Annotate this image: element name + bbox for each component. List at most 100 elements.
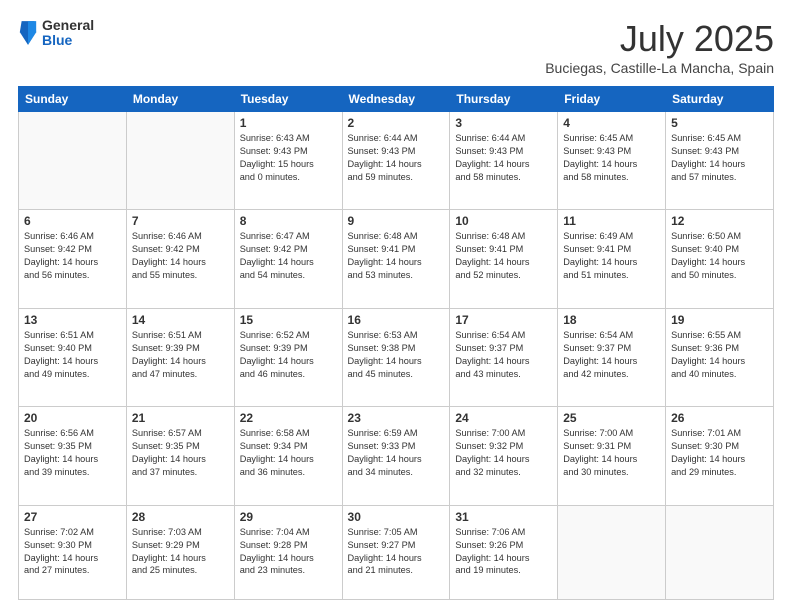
calendar-day-cell: 5 Sunrise: 6:45 AM Sunset: 9:43 PM Daylig… xyxy=(666,112,774,210)
day-number: 30 xyxy=(348,510,445,524)
calendar-day-cell: 22 Sunrise: 6:58 AM Sunset: 9:34 PM Dayli… xyxy=(234,407,342,505)
calendar-header-row: SundayMondayTuesdayWednesdayThursdayFrid… xyxy=(19,87,774,112)
calendar-day-cell: 7 Sunrise: 6:46 AM Sunset: 9:42 PM Daylig… xyxy=(126,210,234,308)
day-info: Sunrise: 6:51 AM Sunset: 9:39 PM Dayligh… xyxy=(132,329,229,381)
day-info: Sunrise: 6:57 AM Sunset: 9:35 PM Dayligh… xyxy=(132,427,229,479)
calendar-day-cell: 16 Sunrise: 6:53 AM Sunset: 9:38 PM Dayli… xyxy=(342,308,450,406)
day-info: Sunrise: 6:59 AM Sunset: 9:33 PM Dayligh… xyxy=(348,427,445,479)
col-header-saturday: Saturday xyxy=(666,87,774,112)
col-header-monday: Monday xyxy=(126,87,234,112)
calendar-day-cell: 10Sunrise: 6:48 AM Sunset: 9:41 PM Dayli… xyxy=(450,210,558,308)
calendar-day-cell: 28Sunrise: 7:03 AM Sunset: 9:29 PM Dayli… xyxy=(126,505,234,599)
calendar-day-cell: 9Sunrise: 6:48 AM Sunset: 9:41 PM Daylig… xyxy=(342,210,450,308)
logo-text: General Blue xyxy=(42,18,94,49)
day-info: Sunrise: 6:55 AM Sunset: 9:36 PM Dayligh… xyxy=(671,329,768,381)
day-number: 13 xyxy=(24,313,121,327)
day-number: 19 xyxy=(671,313,768,327)
calendar-week-row: 13 Sunrise: 6:51 AM Sunset: 9:40 PM Dayli… xyxy=(19,308,774,406)
calendar-day-cell: 21Sunrise: 6:57 AM Sunset: 9:35 PM Dayli… xyxy=(126,407,234,505)
day-number: 1 xyxy=(240,116,337,130)
title-block: July 2025 Buciegas, Castille-La Mancha, … xyxy=(545,18,774,76)
day-number: 20 xyxy=(24,411,121,425)
calendar-day-cell: 3Sunrise: 6:44 AM Sunset: 9:43 PM Daylig… xyxy=(450,112,558,210)
col-header-wednesday: Wednesday xyxy=(342,87,450,112)
day-number: 16 xyxy=(348,313,445,327)
logo-general-text: General xyxy=(42,18,94,33)
day-number: 2 xyxy=(348,116,445,130)
calendar-day-cell: 12 Sunrise: 6:50 AM Sunset: 9:40 PM Dayli… xyxy=(666,210,774,308)
day-info: Sunrise: 6:46 AM Sunset: 9:42 PM Dayligh… xyxy=(132,230,229,282)
day-number: 14 xyxy=(132,313,229,327)
day-number: 15 xyxy=(240,313,337,327)
calendar-day-cell xyxy=(126,112,234,210)
calendar-week-row: 6 Sunrise: 6:46 AM Sunset: 9:42 PM Daylig… xyxy=(19,210,774,308)
day-number: 7 xyxy=(132,214,229,228)
day-info: Sunrise: 6:44 AM Sunset: 9:43 PM Dayligh… xyxy=(455,132,552,184)
calendar-day-cell: 19 Sunrise: 6:55 AM Sunset: 9:36 PM Dayli… xyxy=(666,308,774,406)
calendar-day-cell: 17 Sunrise: 6:54 AM Sunset: 9:37 PM Dayli… xyxy=(450,308,558,406)
day-info: Sunrise: 6:54 AM Sunset: 9:37 PM Dayligh… xyxy=(455,329,552,381)
day-info: Sunrise: 6:50 AM Sunset: 9:40 PM Dayligh… xyxy=(671,230,768,282)
calendar-day-cell xyxy=(19,112,127,210)
calendar-week-row: 20 Sunrise: 6:56 AM Sunset: 9:35 PM Dayli… xyxy=(19,407,774,505)
logo-icon xyxy=(18,19,38,47)
logo: General Blue xyxy=(18,18,94,49)
day-info: Sunrise: 7:04 AM Sunset: 9:28 PM Dayligh… xyxy=(240,526,337,578)
day-info: Sunrise: 6:58 AM Sunset: 9:34 PM Dayligh… xyxy=(240,427,337,479)
col-header-friday: Friday xyxy=(558,87,666,112)
calendar-day-cell: 25 Sunrise: 7:00 AM Sunset: 9:31 PM Dayli… xyxy=(558,407,666,505)
day-info: Sunrise: 6:51 AM Sunset: 9:40 PM Dayligh… xyxy=(24,329,121,381)
day-number: 28 xyxy=(132,510,229,524)
day-number: 26 xyxy=(671,411,768,425)
logo-blue-text: Blue xyxy=(42,33,94,48)
day-number: 18 xyxy=(563,313,660,327)
day-info: Sunrise: 6:46 AM Sunset: 9:42 PM Dayligh… xyxy=(24,230,121,282)
day-info: Sunrise: 6:45 AM Sunset: 9:43 PM Dayligh… xyxy=(671,132,768,184)
day-info: Sunrise: 7:06 AM Sunset: 9:26 PM Dayligh… xyxy=(455,526,552,578)
day-info: Sunrise: 6:49 AM Sunset: 9:41 PM Dayligh… xyxy=(563,230,660,282)
calendar-day-cell xyxy=(666,505,774,599)
day-number: 11 xyxy=(563,214,660,228)
calendar-day-cell: 26Sunrise: 7:01 AM Sunset: 9:30 PM Dayli… xyxy=(666,407,774,505)
calendar-day-cell: 8Sunrise: 6:47 AM Sunset: 9:42 PM Daylig… xyxy=(234,210,342,308)
day-number: 9 xyxy=(348,214,445,228)
location: Buciegas, Castille-La Mancha, Spain xyxy=(545,60,774,76)
calendar-day-cell: 14 Sunrise: 6:51 AM Sunset: 9:39 PM Dayli… xyxy=(126,308,234,406)
col-header-tuesday: Tuesday xyxy=(234,87,342,112)
calendar-day-cell: 13 Sunrise: 6:51 AM Sunset: 9:40 PM Dayli… xyxy=(19,308,127,406)
day-number: 31 xyxy=(455,510,552,524)
day-number: 10 xyxy=(455,214,552,228)
day-number: 6 xyxy=(24,214,121,228)
day-info: Sunrise: 6:45 AM Sunset: 9:43 PM Dayligh… xyxy=(563,132,660,184)
calendar-day-cell: 18 Sunrise: 6:54 AM Sunset: 9:37 PM Dayli… xyxy=(558,308,666,406)
day-info: Sunrise: 6:54 AM Sunset: 9:37 PM Dayligh… xyxy=(563,329,660,381)
day-number: 4 xyxy=(563,116,660,130)
day-number: 22 xyxy=(240,411,337,425)
calendar-day-cell: 30Sunrise: 7:05 AM Sunset: 9:27 PM Dayli… xyxy=(342,505,450,599)
calendar-day-cell: 24Sunrise: 7:00 AM Sunset: 9:32 PM Dayli… xyxy=(450,407,558,505)
day-number: 23 xyxy=(348,411,445,425)
calendar-table: SundayMondayTuesdayWednesdayThursdayFrid… xyxy=(18,86,774,600)
day-number: 5 xyxy=(671,116,768,130)
calendar-day-cell: 11 Sunrise: 6:49 AM Sunset: 9:41 PM Dayli… xyxy=(558,210,666,308)
day-info: Sunrise: 7:00 AM Sunset: 9:31 PM Dayligh… xyxy=(563,427,660,479)
col-header-thursday: Thursday xyxy=(450,87,558,112)
day-number: 17 xyxy=(455,313,552,327)
col-header-sunday: Sunday xyxy=(19,87,127,112)
calendar-day-cell: 1Sunrise: 6:43 AM Sunset: 9:43 PM Daylig… xyxy=(234,112,342,210)
header: General Blue July 2025 Buciegas, Castill… xyxy=(18,18,774,76)
day-info: Sunrise: 6:56 AM Sunset: 9:35 PM Dayligh… xyxy=(24,427,121,479)
calendar-day-cell xyxy=(558,505,666,599)
day-info: Sunrise: 6:44 AM Sunset: 9:43 PM Dayligh… xyxy=(348,132,445,184)
calendar-day-cell: 31 Sunrise: 7:06 AM Sunset: 9:26 PM Dayli… xyxy=(450,505,558,599)
day-number: 25 xyxy=(563,411,660,425)
calendar-day-cell: 6 Sunrise: 6:46 AM Sunset: 9:42 PM Daylig… xyxy=(19,210,127,308)
day-info: Sunrise: 6:53 AM Sunset: 9:38 PM Dayligh… xyxy=(348,329,445,381)
day-info: Sunrise: 6:52 AM Sunset: 9:39 PM Dayligh… xyxy=(240,329,337,381)
day-info: Sunrise: 7:00 AM Sunset: 9:32 PM Dayligh… xyxy=(455,427,552,479)
day-number: 12 xyxy=(671,214,768,228)
day-info: Sunrise: 6:47 AM Sunset: 9:42 PM Dayligh… xyxy=(240,230,337,282)
calendar-day-cell: 15 Sunrise: 6:52 AM Sunset: 9:39 PM Dayli… xyxy=(234,308,342,406)
calendar-day-cell: 29Sunrise: 7:04 AM Sunset: 9:28 PM Dayli… xyxy=(234,505,342,599)
calendar-day-cell: 20 Sunrise: 6:56 AM Sunset: 9:35 PM Dayli… xyxy=(19,407,127,505)
